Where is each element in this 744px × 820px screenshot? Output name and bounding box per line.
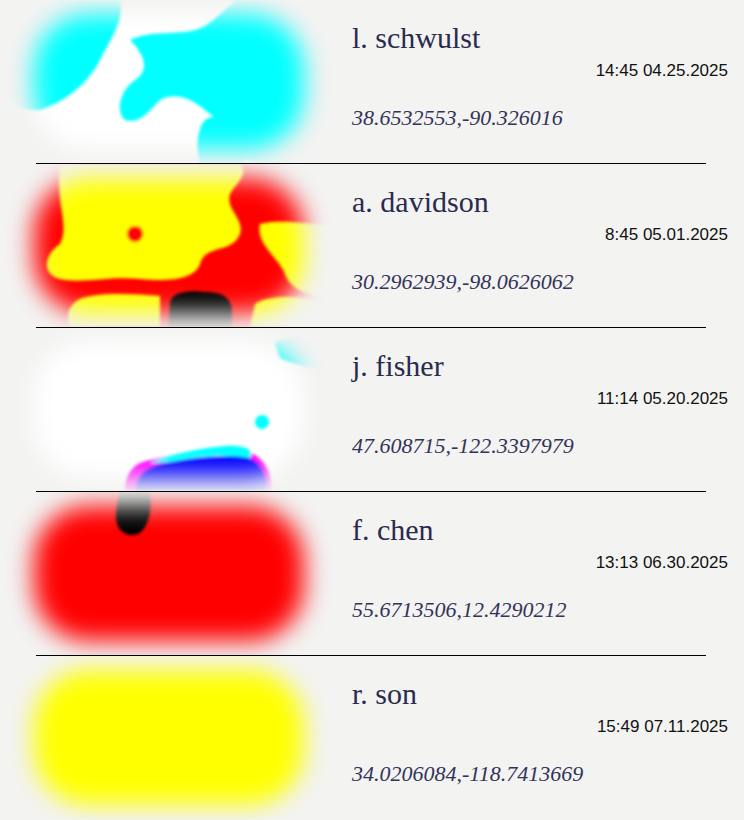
entry-name: l. schwulst <box>352 20 728 56</box>
entry-coordinates: 38.6532553,-90.326016 <box>352 104 728 132</box>
entry-name: f. chen <box>352 512 728 548</box>
entry-time: 11:14 05.20.2025 <box>597 388 728 410</box>
entry-row[interactable]: r. son 15:49 07.11.2025 34.0206084,-118.74… <box>0 656 744 819</box>
entry-list: l. schwulst 14:45 04.25.2025 38.6532553,-9… <box>0 0 744 820</box>
entry-coordinates: 47.608715,-122.3397979 <box>352 432 728 460</box>
entry-coordinates: 34.0206084,-118.7413669 <box>352 760 728 788</box>
separator <box>36 163 706 164</box>
artwork-image <box>0 656 336 819</box>
entry-coordinates: 30.2962939,-98.0626062 <box>352 268 728 296</box>
entry-row[interactable]: j. fisher 11:14 05.20.2025 47.608715,-122.… <box>0 328 744 491</box>
entry-time: 8:45 05.01.2025 <box>605 224 728 246</box>
entry-coordinates: 55.6713506,12.4290212 <box>352 596 728 624</box>
entry-time: 13:13 06.30.2025 <box>596 552 728 574</box>
separator <box>36 655 706 656</box>
entry-row[interactable]: f. chen 13:13 06.30.2025 55.6713506,12.429… <box>0 492 744 655</box>
entry-time: 14:45 04.25.2025 <box>596 60 728 82</box>
entry-name: j. fisher <box>352 348 728 384</box>
entry-time: 15:49 07.11.2025 <box>597 716 728 738</box>
entry-name: a. davidson <box>352 184 728 220</box>
artwork-image <box>0 492 336 655</box>
entry-row[interactable]: l. schwulst 14:45 04.25.2025 38.6532553,-9… <box>0 0 744 163</box>
artwork-image <box>0 328 336 491</box>
separator <box>36 327 706 328</box>
entry-name: r. son <box>352 676 728 712</box>
artwork-image <box>0 164 336 327</box>
entry-row[interactable]: a. davidson 8:45 05.01.2025 30.2962939,-98… <box>0 164 744 327</box>
separator <box>36 491 706 492</box>
artwork-image <box>0 0 336 163</box>
